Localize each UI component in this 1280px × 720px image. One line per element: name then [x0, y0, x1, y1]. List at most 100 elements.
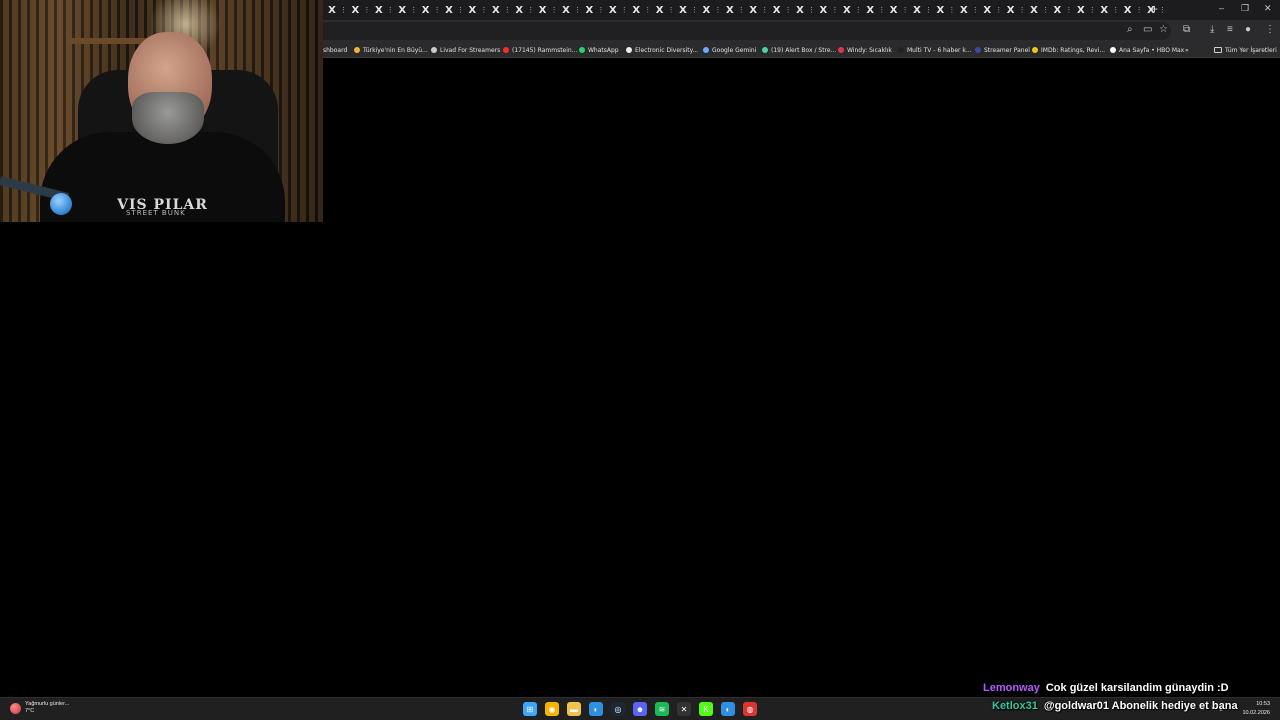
bookmark-item[interactable]: Electronic Diversity...	[626, 44, 698, 56]
browser-tab[interactable]: X ⋮	[772, 0, 795, 20]
app-red-icon[interactable]: ◍	[743, 702, 757, 716]
tab-close-icon[interactable]: ⋮	[925, 6, 932, 14]
chrome-icon[interactable]: ◉	[545, 702, 559, 716]
bookmark-item[interactable]: (17145) Rammstein...	[503, 44, 577, 56]
tab-close-icon[interactable]: ⋮	[761, 6, 768, 14]
browser-tab[interactable]: X ⋮	[1099, 0, 1122, 20]
browser-tab[interactable]: X ⋮	[538, 0, 561, 20]
menu-icon[interactable]: ⋮	[1265, 24, 1275, 35]
tab-close-icon[interactable]: ⋮	[387, 6, 394, 14]
tab-close-icon[interactable]: ⋮	[644, 6, 651, 14]
tab-close-icon[interactable]: ⋮	[948, 6, 955, 14]
bookmark-item[interactable]: shboard	[323, 44, 347, 56]
browser-tab[interactable]: X ⋮	[912, 0, 935, 20]
clock[interactable]: 10:53 10.02.2026	[1242, 700, 1270, 718]
browser-tab[interactable]: X ⋮	[1029, 0, 1052, 20]
browser-tab[interactable]: X ⋮	[865, 0, 888, 20]
tab-close-icon[interactable]: ⋮	[902, 6, 909, 14]
browser-tab[interactable]: X ⋮	[327, 0, 350, 20]
browser-tab[interactable]: X ⋮	[1052, 0, 1075, 20]
tab-close-icon[interactable]: ⋮	[574, 6, 581, 14]
tab-close-icon[interactable]: ⋮	[855, 6, 862, 14]
browser-tab[interactable]: X ⋮	[1076, 0, 1099, 20]
browser-tab[interactable]: X ⋮	[725, 0, 748, 20]
tab-close-icon[interactable]: ⋮	[691, 6, 698, 14]
browser-tab[interactable]: X ⋮	[491, 0, 514, 20]
browser-tab[interactable]: X ⋮	[678, 0, 701, 20]
profile-icon[interactable]: ●	[1245, 24, 1251, 35]
steam-icon[interactable]: ◎	[611, 702, 625, 716]
tab-close-icon[interactable]: ⋮	[995, 6, 1002, 14]
bookmark-star-icon[interactable]: ☆	[1159, 24, 1168, 35]
app-icon[interactable]: ✕	[677, 702, 691, 716]
tab-close-icon[interactable]: ⋮	[504, 6, 511, 14]
browser-tab[interactable]: X ⋮	[701, 0, 724, 20]
minimize-button[interactable]: –	[1219, 3, 1224, 13]
tab-close-icon[interactable]: ⋮	[1042, 6, 1049, 14]
download-icon[interactable]: ⤓	[1210, 24, 1214, 35]
browser-tab[interactable]: X ⋮	[748, 0, 771, 20]
tab-close-icon[interactable]: ⋮	[480, 6, 487, 14]
bookmark-item[interactable]: Ana Sayfa • HBO Max	[1110, 44, 1184, 56]
tab-close-icon[interactable]: ⋮	[785, 6, 792, 14]
browser-tab[interactable]: X ⋮	[467, 0, 490, 20]
tab-close-icon[interactable]: ⋮	[410, 6, 417, 14]
tab-close-icon[interactable]: ⋮	[738, 6, 745, 14]
extensions-icon[interactable]: ⧉	[1183, 24, 1190, 35]
browser-tab[interactable]: X ⋮	[982, 0, 1005, 20]
browser-tab[interactable]: X ⋮	[631, 0, 654, 20]
close-window-button[interactable]: ✕	[1264, 3, 1272, 14]
bookmark-item[interactable]: WhatsApp	[579, 44, 619, 56]
bookmark-item[interactable]: Windy: Sıcaklık	[838, 44, 892, 56]
bookmarks-overflow-button[interactable]: »	[1185, 44, 1189, 56]
browser-tab[interactable]: X ⋮	[1123, 0, 1146, 20]
bookmark-item[interactable]: (19) Alert Box / Stre...	[762, 44, 836, 56]
browser-tab[interactable]: X ⋮	[889, 0, 912, 20]
browser-tab[interactable]: X ⋮	[608, 0, 631, 20]
tab-close-icon[interactable]: ⋮	[1112, 6, 1119, 14]
browser-icon[interactable]: ◐	[721, 702, 735, 716]
tab-close-icon[interactable]: ⋮	[714, 6, 721, 14]
bookmark-item[interactable]: Livad For Streamers	[431, 44, 500, 56]
bookmark-item[interactable]: Multi TV - 6 haber k...	[898, 44, 972, 56]
tab-close-icon[interactable]: ⋮	[597, 6, 604, 14]
browser-tab[interactable]: X ⋮	[1146, 0, 1169, 20]
address-bar[interactable]	[323, 22, 1171, 40]
restore-button[interactable]: ❐	[1241, 3, 1249, 14]
tab-close-icon[interactable]: ⋮	[1159, 6, 1166, 14]
tab-close-icon[interactable]: ⋮	[551, 6, 558, 14]
browser-tab[interactable]: X ⋮	[397, 0, 420, 20]
browser-tab[interactable]: X ⋮	[818, 0, 841, 20]
spotify-icon[interactable]: ≋	[655, 702, 669, 716]
browser-tab[interactable]: X ⋮	[561, 0, 584, 20]
bookmark-item[interactable]: Streamer Panel	[975, 44, 1030, 56]
tab-close-icon[interactable]: ⋮	[434, 6, 441, 14]
tab-close-icon[interactable]: ⋮	[621, 6, 628, 14]
browser-tab[interactable]: X ⋮	[584, 0, 607, 20]
bookmark-item[interactable]: Türkiye'nin En Büyü...	[354, 44, 428, 56]
windows-start-icon[interactable]: ⊞	[523, 702, 537, 716]
media-icon[interactable]: ≡	[1227, 24, 1233, 35]
discord-icon[interactable]: ☻	[633, 702, 647, 716]
tab-close-icon[interactable]: ⋮	[1019, 6, 1026, 14]
tab-close-icon[interactable]: ⋮	[878, 6, 885, 14]
browser-tab[interactable]: X ⋮	[374, 0, 397, 20]
kick-icon[interactable]: K	[699, 702, 713, 716]
bookmark-item[interactable]: Google Gemini	[703, 44, 756, 56]
tab-close-icon[interactable]: ⋮	[831, 6, 838, 14]
tab-close-icon[interactable]: ⋮	[972, 6, 979, 14]
weather-widget[interactable]: Yağmurlu günler... 7°C	[10, 701, 69, 715]
tab-close-icon[interactable]: ⋮	[340, 6, 347, 14]
tab-close-icon[interactable]: ⋮	[1089, 6, 1096, 14]
tab-close-icon[interactable]: ⋮	[527, 6, 534, 14]
browser-tab[interactable]: X ⋮	[655, 0, 678, 20]
all-bookmarks-button[interactable]: Tüm Yer İşaretleri	[1214, 44, 1277, 56]
browser-tab[interactable]: X ⋮	[795, 0, 818, 20]
browser-tab[interactable]: X ⋮	[935, 0, 958, 20]
file-explorer-icon[interactable]: ▬	[567, 702, 581, 716]
browser-tab[interactable]: X ⋮	[444, 0, 467, 20]
browser-tab[interactable]: X ⋮	[959, 0, 982, 20]
tab-close-icon[interactable]: ⋮	[363, 6, 370, 14]
browser-tab[interactable]: X ⋮	[350, 0, 373, 20]
browser-tab[interactable]: X ⋮	[1006, 0, 1029, 20]
